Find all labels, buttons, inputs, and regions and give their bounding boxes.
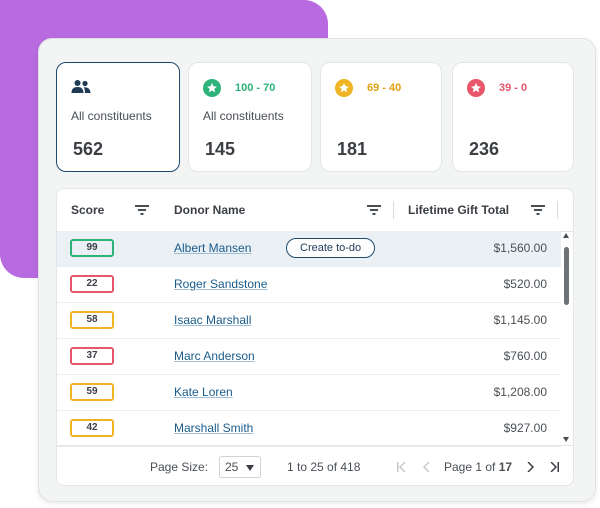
card-all-constituents[interactable]: All constituents 562 <box>56 62 180 172</box>
donor-name-link[interactable]: Kate Loren <box>174 385 233 399</box>
table-row[interactable]: 99 Albert Mansen Create to-do $1,560.00 <box>57 231 561 267</box>
card-count: 145 <box>205 139 236 159</box>
card-score-high[interactable]: 100 - 70 All constituents 145 <box>188 62 312 172</box>
table-row[interactable]: 22 Roger Sandstone $520.00 <box>57 267 561 303</box>
donor-name-link[interactable]: Marshall Smith <box>174 421 253 435</box>
card-label: All constituents <box>71 109 152 123</box>
score-badge: 22 <box>70 275 114 293</box>
card-range: 39 - 0 <box>499 82 528 94</box>
page-size-value: 25 <box>225 460 239 474</box>
page-total: 17 <box>498 460 513 474</box>
score-badge: 99 <box>70 239 114 257</box>
gift-total-amount: $1,208.00 <box>493 385 547 399</box>
table-row[interactable]: 59 Kate Loren $1,208.00 <box>57 375 561 411</box>
column-header-score[interactable]: Score <box>71 203 104 217</box>
create-todo-button[interactable]: Create to-do <box>286 238 376 258</box>
column-divider <box>557 201 558 219</box>
table-row[interactable]: 58 Isaac Marshall $1,145.00 <box>57 303 561 339</box>
scrollbar-thumb[interactable] <box>564 247 569 305</box>
scroll-up-icon[interactable] <box>563 233 569 238</box>
donor-table: Score Donor Name Lifetime Gift Total 99 A… <box>56 188 574 486</box>
gift-total-amount: $760.00 <box>503 349 547 363</box>
page-size-label: Page Size: <box>150 460 209 474</box>
score-badge: 58 <box>70 311 114 329</box>
last-page-icon[interactable] <box>550 462 560 472</box>
card-score-low[interactable]: 39 - 0 236 <box>452 62 574 172</box>
caret-down-icon <box>246 465 254 471</box>
card-count: 562 <box>73 139 104 159</box>
gift-total-amount: $1,145.00 <box>493 313 547 327</box>
table-row[interactable]: 42 Marshall Smith $927.00 <box>57 411 561 447</box>
filter-icon[interactable] <box>367 204 381 216</box>
gift-total-amount: $1,560.00 <box>493 241 547 255</box>
card-range: 69 - 40 <box>367 82 402 94</box>
star-badge-icon <box>203 79 221 102</box>
donor-name-link[interactable]: Albert Mansen <box>174 241 251 255</box>
score-badge: 42 <box>70 419 114 437</box>
donor-name-link[interactable]: Roger Sandstone <box>174 277 267 291</box>
card-count: 236 <box>469 139 500 159</box>
pagination-range-text: 1 to 25 of 418 <box>287 460 361 474</box>
score-badge: 37 <box>70 347 114 365</box>
star-badge-icon <box>467 79 485 102</box>
star-badge-icon <box>335 79 353 102</box>
filter-icon[interactable] <box>135 204 149 216</box>
table-row[interactable]: 37 Marc Anderson $760.00 <box>57 339 561 375</box>
first-page-icon[interactable] <box>396 462 406 472</box>
previous-page-icon[interactable] <box>423 462 431 472</box>
column-header-lifetime-gift-total[interactable]: Lifetime Gift Total <box>408 203 509 217</box>
score-badge: 59 <box>70 383 114 401</box>
card-label: All constituents <box>203 109 284 123</box>
column-header-donor-name[interactable]: Donor Name <box>174 203 245 217</box>
page-indicator-prefix: Page 1 of <box>444 460 496 474</box>
page-size-select[interactable]: 25 <box>219 456 261 478</box>
page-indicator: Page 1 of 17 <box>444 460 512 474</box>
gift-total-amount: $520.00 <box>503 277 547 291</box>
filter-icon[interactable] <box>531 204 545 216</box>
next-page-icon[interactable] <box>526 462 534 472</box>
card-score-mid[interactable]: 69 - 40 181 <box>320 62 442 172</box>
donor-name-link[interactable]: Isaac Marshall <box>174 313 251 327</box>
column-divider <box>393 201 394 219</box>
vertical-scrollbar[interactable] <box>559 231 573 445</box>
gift-total-amount: $927.00 <box>503 421 547 435</box>
donor-name-link[interactable]: Marc Anderson <box>174 349 255 363</box>
table-pagination: Page Size: 25 1 to 25 of 418 Page 1 of 1… <box>57 445 573 485</box>
people-icon <box>71 79 91 100</box>
scroll-down-icon[interactable] <box>563 437 569 442</box>
card-range: 100 - 70 <box>235 82 276 94</box>
card-count: 181 <box>337 139 368 159</box>
table-header: Score Donor Name Lifetime Gift Total <box>57 189 573 232</box>
